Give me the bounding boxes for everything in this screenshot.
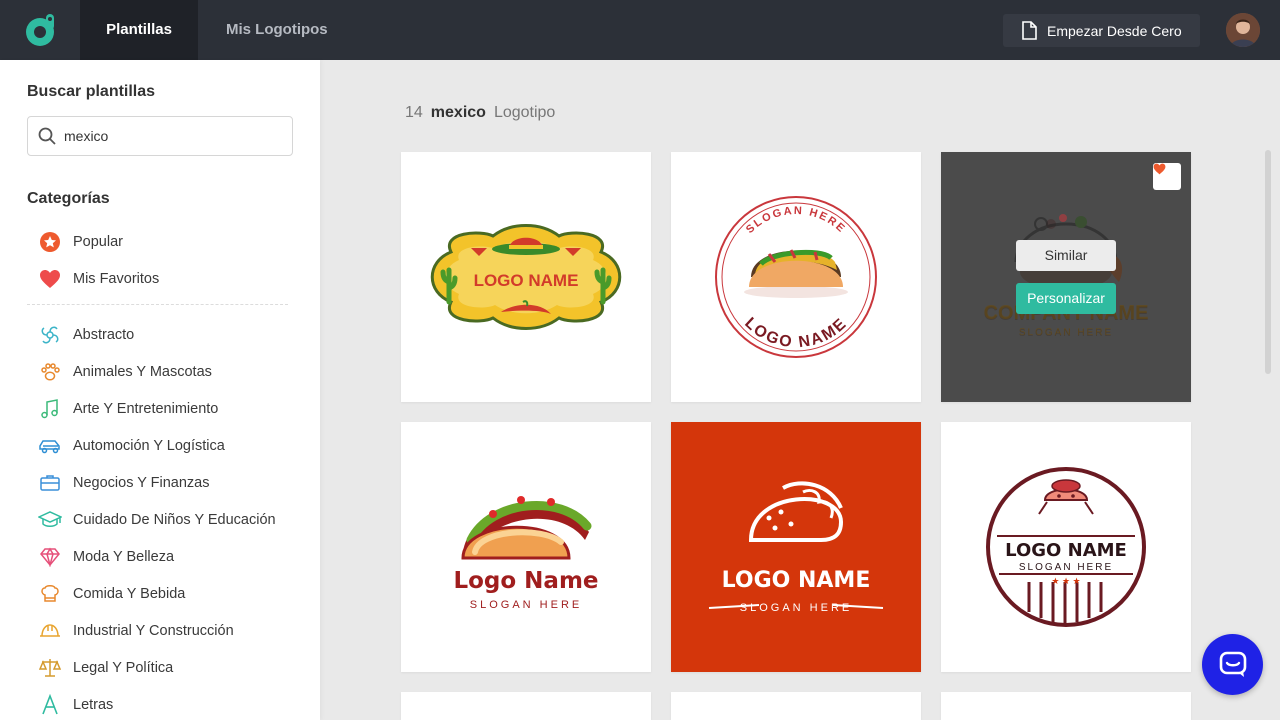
results-type: Logotipo [493,104,556,121]
diamond-icon [38,545,62,569]
category-label: Industrial Y Construcción [73,623,234,639]
document-icon [1022,21,1037,40]
template-card[interactable]: SLOGAN HERE LOGO NAME [671,152,921,402]
scales-icon [38,656,62,680]
category-label: Abstracto [73,327,135,343]
category-label: Arte Y Entretenimiento [73,401,219,417]
results-heading: 14 mexico Logotipo [405,104,555,122]
category-label: Negocios Y Finanzas [73,475,210,491]
search-box[interactable] [27,116,293,156]
category-industrial[interactable]: Industrial Y Construcción [38,619,234,643]
card-sub-text-ghost: SLOGAN HERE [1019,327,1113,338]
category-popular[interactable]: Popular [38,230,123,254]
similar-button[interactable]: Similar [1016,240,1116,271]
taco-circle-logo-image: SLOGAN HERE LOGO NAME [715,196,877,358]
results-term: mexico [430,104,486,121]
car-icon [38,434,62,458]
category-label: Animales Y Mascotas [73,364,212,380]
template-card[interactable]: LOGO NAME SLOGAN HERE ★ ★ ★ [941,422,1191,672]
category-label: Mis Favoritos [73,271,160,287]
start-from-scratch-button[interactable]: Empezar Desde Cero [1003,14,1200,47]
category-label: Automoción Y Logística [73,438,225,454]
template-card[interactable]: LOGO NAME SLOGAN HERE [671,422,921,672]
category-label: Cuidado De Niños Y Educación [73,512,276,528]
sombrero-logo-image: LOGO NAME [430,224,622,330]
card-sub-text: SLOGAN HERE [744,205,848,236]
category-label: Legal Y Política [73,660,174,676]
category-automocion[interactable]: Automoción Y Logística [38,434,225,458]
sidebar-divider [27,304,288,305]
category-label: Letras [73,697,114,713]
card-main-text: Logo Name [453,568,598,594]
tab-mis-logotipos[interactable]: Mis Logotipos [198,0,356,60]
card-main-text: LOGO NAME [1005,540,1127,561]
start-button-label: Empezar Desde Cero [1047,22,1182,39]
abstract-icon [38,323,62,347]
category-letras[interactable]: Letras [38,693,113,717]
category-label: Comida Y Bebida [73,586,186,602]
card-main-textpath: LOGO NAME [741,315,849,352]
template-card[interactable]: LOGO NAME [401,152,651,402]
template-card[interactable] [941,692,1191,720]
template-card[interactable] [401,692,651,720]
category-negocios[interactable]: Negocios Y Finanzas [38,471,210,495]
stars-decoration: ★ ★ ★ [1051,576,1080,586]
chat-icon [1219,651,1246,677]
card-main-text: LOGO NAME [722,568,871,593]
graduation-cap-icon [38,508,62,532]
tab-plantillas[interactable]: Plantillas [80,0,198,60]
sidebar: Buscar plantillas Categorías Popular Mis… [0,60,320,720]
category-arte[interactable]: Arte Y Entretenimiento [38,397,218,421]
top-navigation-bar: Plantillas Mis Logotipos Empezar Desde C… [0,0,1280,60]
search-title: Buscar plantillas [27,83,156,100]
avatar-image [1226,13,1260,47]
category-moda[interactable]: Moda Y Belleza [38,545,174,569]
card-sub-text: SLOGAN HERE [1019,562,1113,573]
paw-icon [38,360,62,384]
hard-hat-icon [38,619,62,643]
star-icon [38,230,62,254]
app-logo-icon[interactable] [22,11,60,49]
card-sub-text: SLOGAN HERE [470,599,582,611]
template-card[interactable]: Logo Name SLOGAN HERE [401,422,651,672]
card-sub-textpath: SLOGAN HERE [744,205,846,236]
chat-button[interactable] [1202,634,1263,695]
scrollbar-thumb[interactable] [1265,150,1271,374]
category-legal[interactable]: Legal Y Política [38,656,173,680]
heart-icon [1153,163,1166,175]
card-main-text: LOGO NAME [741,315,851,352]
badge-logo-image: LOGO NAME SLOGAN HERE ★ ★ ★ [986,467,1146,627]
customize-button[interactable]: Personalizar [1016,283,1116,314]
categories-title: Categorías [27,190,110,207]
search-input[interactable] [64,128,274,144]
card-main-text: LOGO NAME [474,271,579,290]
favorite-button[interactable] [1153,163,1181,190]
music-note-icon [38,397,62,421]
category-label: Popular [73,234,123,250]
category-comida[interactable]: Comida Y Bebida [38,582,185,606]
briefcase-icon [38,471,62,495]
category-abstracto[interactable]: Abstracto [38,323,134,347]
chef-hat-icon [38,582,62,606]
taco-red-logo-image: LOGO NAME SLOGAN HERE [708,481,884,614]
search-icon [38,127,56,145]
category-educacion[interactable]: Cuidado De Niños Y Educación [38,508,276,532]
card-sub-text: SLOGAN HERE [740,602,852,614]
letter-a-icon [38,693,62,717]
category-label: Moda Y Belleza [73,549,175,565]
heart-icon [38,267,62,291]
template-card[interactable] [671,692,921,720]
category-favorites[interactable]: Mis Favoritos [38,267,159,291]
category-animales[interactable]: Animales Y Mascotas [38,360,212,384]
results-count: 14 [405,104,423,121]
template-card-hovered[interactable]: COMPANY NAME SLOGAN HERE COMPANY NAME SL… [941,152,1191,402]
taco-logo-image: Logo Name SLOGAN HERE [453,496,599,611]
user-avatar[interactable] [1226,13,1260,47]
